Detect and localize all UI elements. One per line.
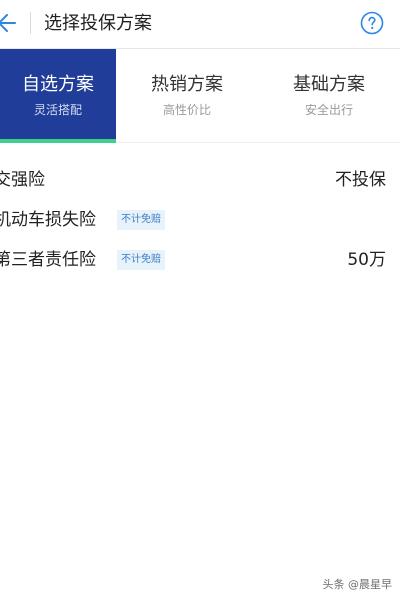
coverage-list: 交强险 不投保 机动车损失险 不计免赔 第三者责任险 不计免赔 50万 xyxy=(0,160,400,280)
page-title: 选择投保方案 xyxy=(44,13,152,34)
coverage-value[interactable]: 不投保 xyxy=(335,168,386,192)
tab-custom-plan[interactable]: 自选方案 灵活搭配 xyxy=(0,49,116,143)
tab-title: 自选方案 xyxy=(22,74,94,95)
tab-popular-plan[interactable]: 热销方案 高性价比 xyxy=(116,49,258,142)
tab-subtitle: 高性价比 xyxy=(162,103,211,117)
coverage-name: 第三者责任险 xyxy=(0,250,96,270)
header-bar: 选择投保方案 xyxy=(0,0,400,49)
coverage-name: 交强险 xyxy=(0,170,45,190)
watermark: 头条 @晨星早 xyxy=(322,578,393,591)
tab-title: 热销方案 xyxy=(151,74,223,95)
arrow-left-icon xyxy=(0,14,16,32)
coverage-row-vehicle-damage[interactable]: 机动车损失险 不计免赔 xyxy=(0,200,400,240)
no-deductible-badge: 不计免赔 xyxy=(117,210,165,230)
help-button[interactable] xyxy=(360,11,384,35)
question-circle-icon xyxy=(360,11,384,35)
back-button[interactable] xyxy=(0,6,16,40)
coverage-row-compulsory[interactable]: 交强险 不投保 xyxy=(0,160,400,200)
header-divider xyxy=(30,12,31,34)
tab-basic-plan[interactable]: 基础方案 安全出行 xyxy=(258,49,400,142)
coverage-row-third-party[interactable]: 第三者责任险 不计免赔 50万 xyxy=(0,240,400,280)
coverage-name: 机动车损失险 xyxy=(0,210,96,230)
tab-subtitle: 灵活搭配 xyxy=(33,103,82,117)
no-deductible-badge: 不计免赔 xyxy=(117,250,165,270)
tab-title: 基础方案 xyxy=(293,74,365,95)
active-tab-indicator xyxy=(0,139,116,143)
coverage-value[interactable]: 50万 xyxy=(347,248,386,272)
plan-tabs: 自选方案 灵活搭配 热销方案 高性价比 基础方案 安全出行 xyxy=(0,49,400,143)
tab-subtitle: 安全出行 xyxy=(304,103,353,117)
